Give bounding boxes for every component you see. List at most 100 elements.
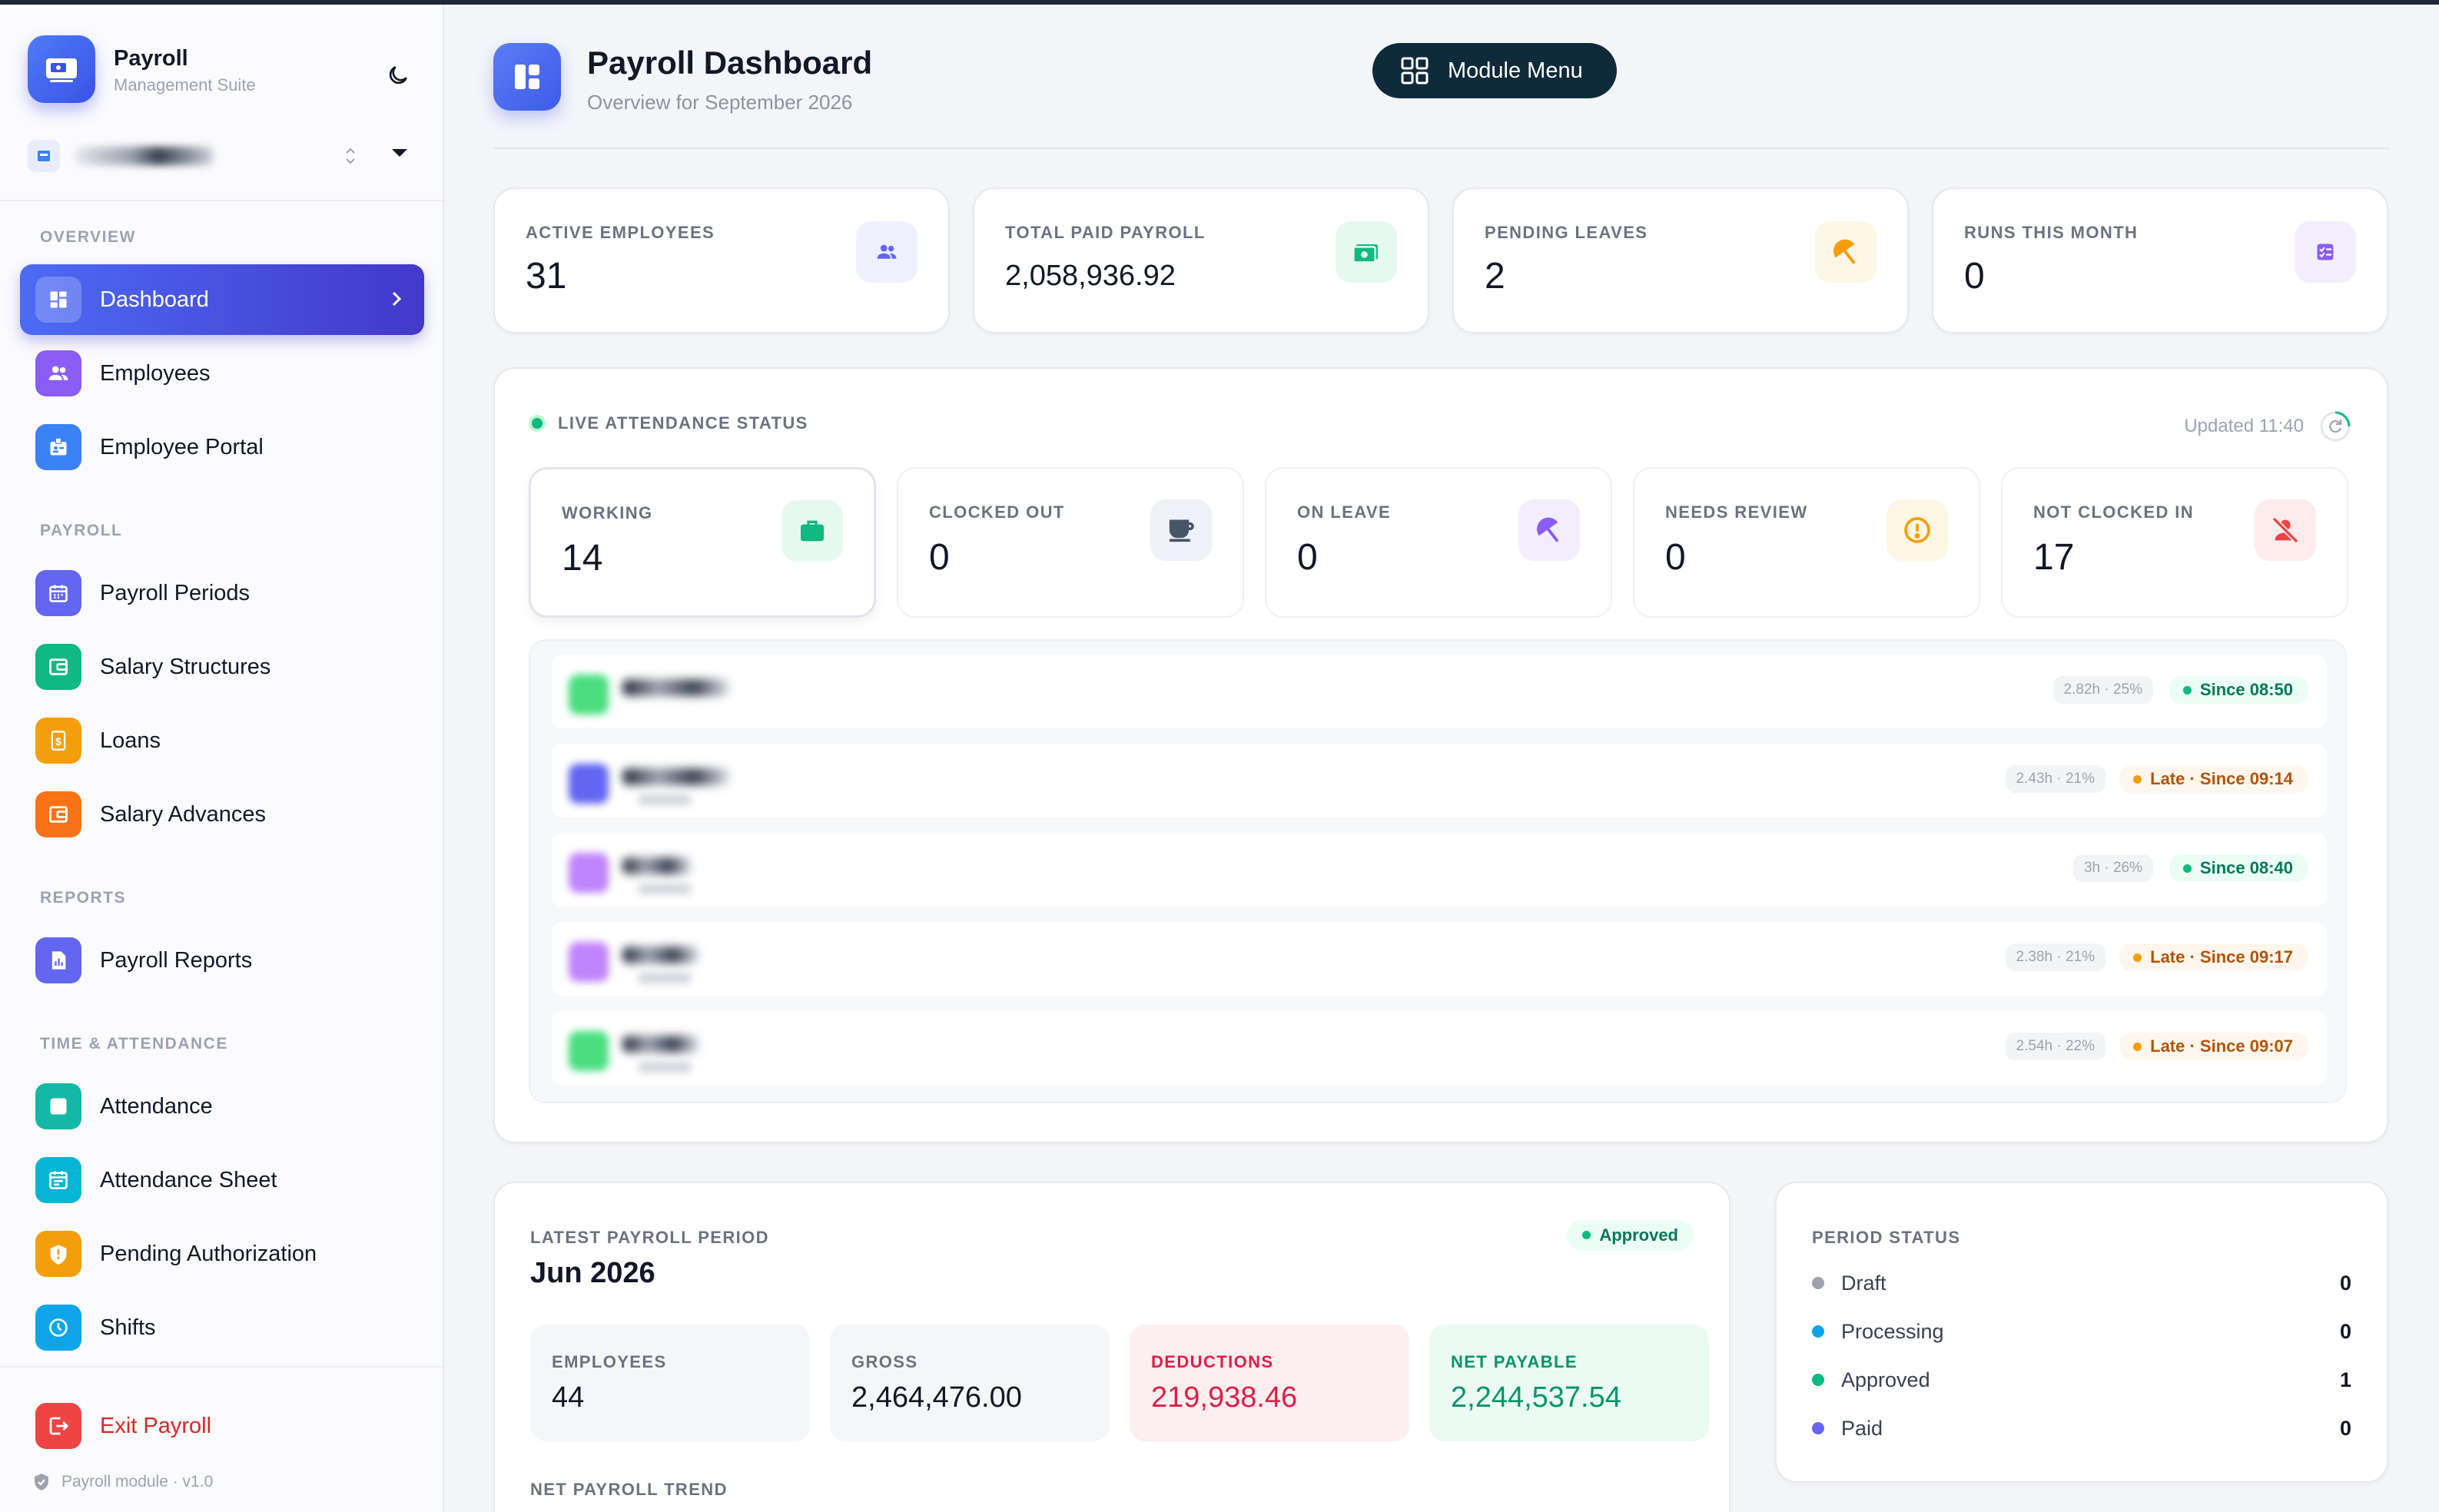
status-count: 0 [2339, 1271, 2351, 1295]
status-count: 0 [2339, 1319, 2351, 1343]
sidebar-item-salary-advances[interactable]: Salary Advances [20, 779, 424, 850]
sidebar-item-pending-authorization[interactable]: Pending Authorization [20, 1219, 424, 1289]
umbrella-icon [1518, 499, 1580, 561]
status-label: Paid [1841, 1416, 1883, 1440]
theme-toggle-moon-icon[interactable] [381, 58, 415, 92]
brand-name: Payroll [114, 46, 188, 71]
payroll-logo-icon [28, 35, 95, 103]
attendance-tile[interactable]: CLOCKED OUT 0 [897, 467, 1244, 618]
present-employee-row[interactable]: 2.38h · 21% Late · Since 09:17 [552, 922, 2327, 996]
brand-area: Payroll Management Suite [0, 5, 443, 201]
tile-value: 0 [1297, 537, 1318, 578]
exit-payroll-button[interactable]: Exit Payroll [35, 1403, 211, 1449]
status-label: Approved [1841, 1368, 1930, 1391]
sidebar-item-salary-structures[interactable]: Salary Structures [20, 632, 424, 702]
sidebar-item-attendance[interactable]: Attendance [20, 1071, 424, 1142]
module-menu-button[interactable]: Module Menu [1372, 43, 1617, 98]
period-status-label: PERIOD STATUS [1812, 1228, 1961, 1247]
metric-label: NET PAYABLE [1451, 1352, 1578, 1371]
present-employee-row[interactable]: 2.54h · 22% Late · Since 09:07 [552, 1011, 2327, 1085]
avatar [569, 853, 609, 893]
sheet-icon [35, 1157, 81, 1203]
stat-value: 31 [526, 256, 567, 297]
live-attendance-card: LIVE ATTENDANCE STATUS Updated 11:40 WOR… [493, 367, 2388, 1143]
status-count: 0 [2339, 1416, 2351, 1440]
updown-icon[interactable] [343, 144, 358, 171]
dashboard-icon [493, 43, 561, 111]
employee-detail-redacted [638, 973, 692, 983]
sidebar-item-payroll-periods[interactable]: Payroll Periods [20, 558, 424, 628]
employee-detail-redacted [638, 884, 692, 894]
payroll-metric: NET PAYABLE 2,244,537.54 [1429, 1325, 1709, 1441]
sidebar: Payroll Management Suite OVERVIEW Dashbo… [0, 5, 444, 1512]
shield-check-icon [35, 1474, 48, 1490]
sidebar-item-label: Attendance Sheet [100, 1167, 277, 1192]
attendance-tile[interactable]: ON LEAVE 0 [1265, 467, 1612, 618]
sidebar-item-payroll-reports[interactable]: Payroll Reports [20, 925, 424, 996]
updated-text: Updated 11:40 [2184, 416, 2304, 436]
attendance-tile[interactable]: NEEDS REVIEW 0 [1633, 467, 1980, 618]
people-icon [856, 221, 918, 283]
hours-worked: 2.43h · 21% [2005, 765, 2106, 793]
wallet-icon [35, 644, 81, 690]
tile-value: 17 [2033, 537, 2075, 578]
page-subtitle: Overview for September 2026 [587, 91, 853, 114]
employee-detail-redacted [638, 794, 692, 805]
sidebar-item-label: Payroll Reports [100, 947, 253, 973]
employee-name-redacted [622, 768, 730, 785]
stat-card: RUNS THIS MONTH 0 [1932, 187, 2388, 333]
attendance-tile[interactable]: WORKING 14 [529, 467, 876, 618]
attendance-tile[interactable]: NOT CLOCKED IN 17 [2001, 467, 2348, 618]
briefcase-icon [781, 500, 843, 562]
company-switcher[interactable] [28, 135, 416, 177]
sidebar-item-dashboard[interactable]: Dashboard [20, 264, 424, 335]
report-icon [35, 937, 81, 983]
sidebar-item-label: Employees [100, 360, 211, 386]
sidebar-item-shifts[interactable]: Shifts [20, 1292, 424, 1363]
employee-name-redacted [622, 857, 692, 874]
svg-text:$: $ [55, 735, 61, 748]
people-icon [35, 350, 81, 396]
employee-name-redacted [622, 947, 699, 963]
metric-label: DEDUCTIONS [1151, 1352, 1274, 1371]
sidebar-footer: Exit Payroll Payroll module · v1.0 [0, 1366, 443, 1512]
stat-value: 2,058,936.92 [1005, 260, 1176, 292]
caret-down-icon[interactable] [392, 149, 407, 157]
live-attendance-title: LIVE ATTENDANCE STATUS [529, 413, 808, 433]
sidebar-item-employees[interactable]: Employees [20, 338, 424, 409]
sidebar-item-label: Shifts [100, 1315, 156, 1340]
live-indicator-dot [529, 415, 546, 432]
payroll-metric: EMPLOYEES 44 [530, 1325, 810, 1441]
version-info: Payroll module · v1.0 [32, 1472, 213, 1492]
status-dot [1812, 1277, 1824, 1289]
tile-value: 0 [1665, 537, 1686, 578]
building-icon [28, 140, 60, 172]
exit-label: Exit Payroll [100, 1413, 212, 1438]
nav-section-title: REPORTS [40, 889, 127, 907]
sidebar-item-label: Loans [100, 728, 161, 753]
present-employee-row[interactable]: 3h · 26% Since 08:40 [552, 833, 2327, 907]
tile-value: 0 [929, 537, 950, 578]
period-status-row: Approved 1 [1812, 1364, 2351, 1395]
module-menu-label: Module Menu [1448, 58, 1583, 83]
dashboard-icon [35, 277, 81, 323]
employee-name-redacted [622, 679, 730, 696]
sidebar-item-label: Employee Portal [100, 434, 264, 459]
stat-value: 2 [1485, 256, 1505, 297]
metric-label: GROSS [851, 1352, 918, 1371]
hours-worked: 3h · 26% [2072, 854, 2153, 882]
sidebar-item-employee-portal[interactable]: Employee Portal [20, 412, 424, 482]
present-employee-row[interactable]: 2.43h · 21% Late · Since 09:14 [552, 744, 2327, 817]
sidebar-item-label: Dashboard [100, 287, 209, 312]
tile-label: WORKING [562, 503, 653, 522]
status-dot [1812, 1374, 1824, 1386]
sidebar-item-loans[interactable]: $ Loans [20, 705, 424, 776]
sidebar-item-attendance-sheet[interactable]: Attendance Sheet [20, 1145, 424, 1215]
refresh-icon[interactable] [2319, 410, 2351, 443]
present-employee-row[interactable]: 2.82h · 25% Since 08:50 [552, 655, 2327, 728]
stat-card: ACTIVE EMPLOYEES 31 [493, 187, 950, 333]
live-title-text: LIVE ATTENDANCE STATUS [558, 413, 808, 433]
wallet-icon [35, 791, 81, 837]
net-payroll-trend-label: NET PAYROLL TREND [530, 1480, 728, 1499]
brand-subtitle: Management Suite [114, 75, 256, 94]
